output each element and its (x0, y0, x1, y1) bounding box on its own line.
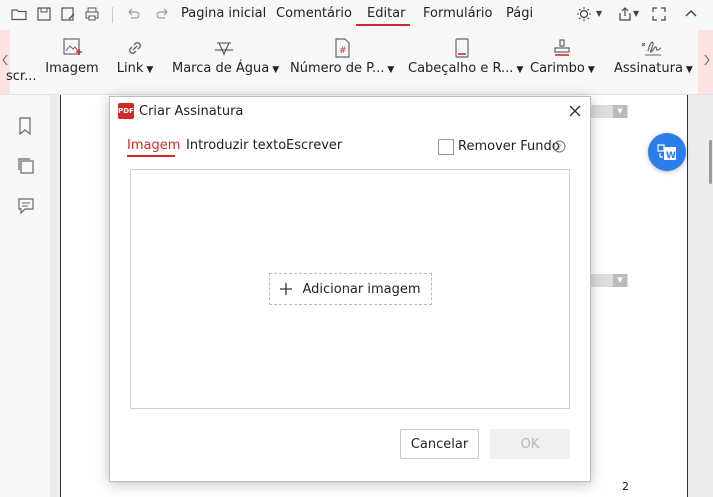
signature-icon (641, 41, 662, 56)
remove-background-checkbox[interactable] (438, 139, 454, 155)
link-icon (129, 42, 141, 54)
caret-down-icon: ▼ (387, 65, 395, 75)
active-tab-indicator (356, 24, 410, 26)
vertical-scrollbar[interactable] (709, 140, 712, 184)
chevron-right-icon[interactable] (703, 54, 711, 66)
image-drop-area[interactable]: Adicionar imagem (130, 169, 570, 409)
tab-pagina[interactable]: Pági (506, 6, 534, 21)
tab-comentario[interactable]: Comentário (276, 6, 352, 21)
ribbon-page-number-button[interactable]: # Número de P... ▼ (290, 30, 394, 94)
ribbon-image-button[interactable]: Imagem (44, 30, 100, 94)
close-icon[interactable] (568, 104, 582, 118)
app-logo-icon: PDF (118, 103, 134, 119)
fullscreen-icon[interactable] (651, 6, 667, 22)
ribbon-image-label: Imagem (45, 61, 99, 76)
cancel-button-label: Cancelar (410, 436, 469, 452)
caret-down-icon: ▼ (146, 65, 154, 75)
save-icon[interactable] (36, 6, 52, 22)
undo-icon[interactable] (125, 6, 141, 22)
bookmark-icon[interactable] (17, 117, 33, 135)
dialog-title: Criar Assinatura (139, 104, 244, 119)
svg-text:#: # (339, 46, 347, 56)
field-dropdown[interactable]: ▼ (613, 105, 627, 118)
svg-text:W: W (666, 151, 676, 161)
ribbon-page-number-label: Número de P... (290, 61, 385, 76)
convert-to-word-button[interactable]: W (648, 133, 686, 171)
stamp-icon (554, 39, 570, 56)
tab-introduzir-texto[interactable]: Introduzir texto (186, 138, 286, 153)
caret-down-icon: ▼ (685, 65, 693, 75)
add-image-label: Adicionar imagem (302, 281, 421, 297)
tab-imagem[interactable]: Imagem (127, 138, 180, 153)
save-as-icon[interactable] (60, 6, 76, 22)
caret-down-icon: ▼ (587, 65, 595, 75)
tab-escrever[interactable]: Escrever (286, 138, 342, 153)
top-menu-bar: Pagina inicial Comentário Editar Formulá… (0, 0, 713, 30)
brightness-icon[interactable] (576, 6, 592, 22)
ribbon-cut-item-label[interactable]: scr... (6, 69, 38, 84)
ribbon-header-footer-label: Cabeçalho e R... (408, 61, 514, 76)
open-folder-icon[interactable] (11, 6, 27, 22)
help-icon[interactable]: ? (553, 140, 566, 153)
plus-icon (280, 283, 293, 295)
tab-pagina-inicial[interactable]: Pagina inicial (181, 6, 266, 21)
add-image-button[interactable]: Adicionar imagem (269, 273, 432, 305)
ribbon-signature-label: Assinatura (614, 61, 683, 76)
left-sidebar (0, 95, 50, 497)
remove-background-label[interactable]: Remover Fundo (458, 139, 560, 154)
ribbon-header-footer-button[interactable]: Cabeçalho e R... ▼ (408, 30, 523, 94)
ok-button[interactable]: OK (490, 429, 570, 459)
edit-ribbon: scr... Imagem Link ▼ Marca de Água ▼ # Núm… (0, 30, 713, 95)
thumbnails-icon[interactable] (17, 157, 35, 175)
page-number-icon: # (335, 38, 350, 58)
ok-button-label: OK (520, 436, 540, 452)
caret-down-icon: ▼ (516, 65, 524, 75)
ribbon-watermark-button[interactable]: Marca de Água ▼ (172, 30, 280, 94)
image-add-icon (63, 38, 82, 55)
redo-icon[interactable] (155, 6, 171, 22)
ribbon-stamp-label: Carimbo (530, 61, 585, 76)
active-dialog-tab-indicator (127, 155, 175, 157)
ribbon-stamp-button[interactable]: Carimbo ▼ (530, 30, 595, 94)
tab-formulario[interactable]: Formulário (423, 6, 492, 21)
convert-word-icon: W (657, 144, 676, 161)
ribbon-link-button[interactable]: Link ▼ (112, 30, 158, 94)
chevron-left-icon[interactable] (1, 54, 9, 66)
chevron-down-icon[interactable]: ▼ (596, 9, 602, 18)
header-footer-icon (455, 38, 469, 58)
chevron-up-icon[interactable] (683, 6, 699, 22)
share-icon[interactable] (617, 6, 633, 22)
field-dropdown[interactable]: ▼ (613, 274, 627, 287)
svg-text:?: ? (557, 143, 561, 152)
caret-down-icon: ▼ (272, 65, 280, 75)
tab-editar[interactable]: Editar (367, 6, 406, 21)
create-signature-dialog: PDF Criar Assinatura Imagem Introduzir t… (109, 96, 591, 482)
print-icon[interactable] (84, 6, 100, 22)
page-number: 2 (622, 480, 629, 493)
ribbon-signature-button[interactable]: Assinatura ▼ (614, 30, 693, 94)
cancel-button[interactable]: Cancelar (400, 429, 479, 459)
ribbon-link-label: Link (116, 61, 144, 76)
watermark-icon (215, 42, 233, 56)
toolbar-divider (112, 7, 113, 23)
comment-icon[interactable] (17, 197, 35, 215)
ribbon-watermark-label: Marca de Água (172, 61, 270, 76)
chevron-down-icon[interactable]: ▼ (633, 9, 639, 18)
